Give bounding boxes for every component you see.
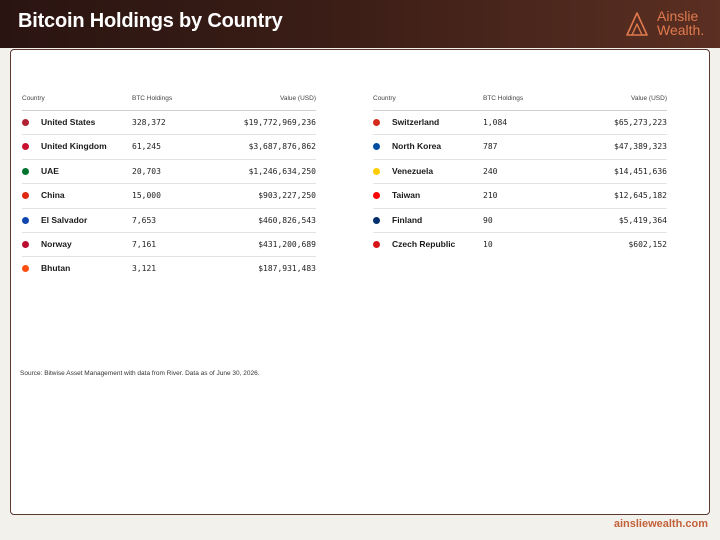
ainslie-wealth-logo[interactable]: Ainslie Wealth.: [625, 9, 715, 41]
source-note: Source: Bitwise Asset Management with da…: [20, 370, 260, 377]
table-row: Norway 7,161 $431,200,689: [22, 233, 316, 258]
logo-line-2: Wealth.: [657, 22, 705, 38]
country-name: Czech Republic: [392, 238, 456, 249]
column-header-value: Value (USD): [630, 95, 667, 102]
country-flag-icon: [373, 167, 380, 175]
btc-holdings: 210: [483, 191, 498, 201]
table-row: Switzerland 1,084 $65,273,223: [373, 111, 667, 136]
country-name: El Salvador: [41, 214, 88, 225]
btc-holdings: 7,653: [132, 215, 157, 225]
table-body: Switzerland 1,084 $65,273,223 North Korea 78…: [373, 111, 667, 257]
btc-holdings: 787: [483, 142, 498, 152]
table-header: Country BTC Holdings Value (USD): [373, 93, 667, 111]
country-flag-icon: [22, 143, 29, 151]
column-header-holdings: BTC Holdings: [483, 95, 524, 102]
country-flag-icon: [22, 240, 29, 248]
table-row: El Salvador 7,653 $460,826,543: [22, 209, 316, 233]
table-row: Bhutan 3,121 $187,931,483: [22, 257, 316, 281]
btc-holdings: 10: [483, 239, 493, 249]
usd-value: $19,772,969,236: [243, 118, 316, 127]
country-flag-icon: [22, 265, 29, 273]
country-name: UAE: [41, 165, 59, 176]
table-row: Venezuela 240 $14,451,636: [373, 160, 667, 185]
btc-holdings: 328,372: [132, 118, 166, 127]
country-name: China: [41, 190, 65, 201]
usd-value: $14,451,636: [614, 166, 667, 176]
btc-holdings: 240: [483, 166, 498, 176]
btc-holdings: 61,245: [132, 142, 161, 152]
table-row: North Korea 787 $47,389,323: [373, 135, 667, 160]
table-row: United Kingdom 61,245 $3,687,876,862: [22, 135, 316, 160]
country-flag-icon: [22, 192, 29, 200]
usd-value: $65,273,223: [614, 118, 667, 127]
btc-holdings: 3,121: [132, 264, 157, 274]
usd-value: $1,246,634,250: [248, 166, 316, 176]
btc-holdings: 1,084: [483, 118, 508, 127]
usd-value: $602,152: [628, 239, 667, 249]
table-header: Country BTC Holdings Value (USD): [22, 93, 316, 111]
country-name: Venezuela: [392, 165, 434, 176]
usd-value: $460,826,543: [258, 215, 316, 225]
ainslie-mountain-icon: [626, 12, 648, 36]
btc-holdings: 20,703: [132, 166, 161, 176]
country-flag-icon: [373, 192, 380, 200]
usd-value: $47,389,323: [614, 142, 667, 152]
country-name: United States: [41, 117, 96, 127]
country-flag-icon: [22, 167, 29, 175]
country-name: Taiwan: [392, 190, 421, 201]
column-header-country: Country: [373, 95, 396, 102]
country-flag-icon: [373, 119, 380, 126]
btc-holdings: 7,161: [132, 239, 157, 249]
table-row: Czech Republic 10 $602,152: [373, 233, 667, 257]
table-row: China 15,000 $903,227,250: [22, 184, 316, 209]
column-header-value: Value (USD): [279, 95, 316, 102]
country-flag-icon: [373, 216, 380, 224]
usd-value: $187,931,483: [258, 264, 316, 274]
country-name: Bhutan: [41, 263, 71, 274]
country-name: United Kingdom: [41, 141, 107, 152]
usd-value: $903,227,250: [258, 191, 316, 201]
country-name: North Korea: [392, 141, 442, 152]
table-row: United States 328,372 $19,772,969,236: [22, 111, 316, 136]
holdings-table-right: Country BTC Holdings Value (USD) Switzer…: [373, 93, 667, 257]
column-header-holdings: BTC Holdings: [132, 95, 173, 102]
btc-holdings: 90: [483, 215, 493, 225]
usd-value: $5,419,364: [618, 215, 667, 225]
country-name: Norway: [41, 238, 72, 249]
usd-value: $3,687,876,862: [248, 142, 316, 152]
footer-website-link[interactable]: ainsliewealth.com: [614, 518, 708, 530]
table-row: Taiwan 210 $12,645,182: [373, 184, 667, 209]
logo-wordmark: Ainslie Wealth.: [657, 9, 704, 37]
btc-holdings: 15,000: [132, 191, 161, 201]
table-row: UAE 20,703 $1,246,634,250: [22, 160, 316, 185]
table-body: United States 328,372 $19,772,969,236 Unite…: [22, 111, 316, 282]
country-name: Switzerland: [392, 117, 440, 127]
country-name: Finland: [392, 214, 423, 225]
usd-value: $431,200,689: [258, 239, 316, 249]
country-flag-icon: [373, 240, 380, 248]
column-header-country: Country: [22, 95, 45, 102]
country-flag-icon: [373, 143, 380, 151]
logo-line-1: Ainslie: [657, 8, 699, 24]
holdings-table-left: Country BTC Holdings Value (USD) United …: [22, 93, 316, 282]
table-row: Finland 90 $5,419,364: [373, 209, 667, 233]
usd-value: $12,645,182: [614, 191, 667, 201]
page-title: Bitcoin Holdings by Country: [18, 10, 283, 32]
country-flag-icon: [22, 119, 29, 126]
header-bar: Bitcoin Holdings by Country Ainslie Weal…: [0, 0, 720, 48]
country-flag-icon: [22, 216, 29, 224]
